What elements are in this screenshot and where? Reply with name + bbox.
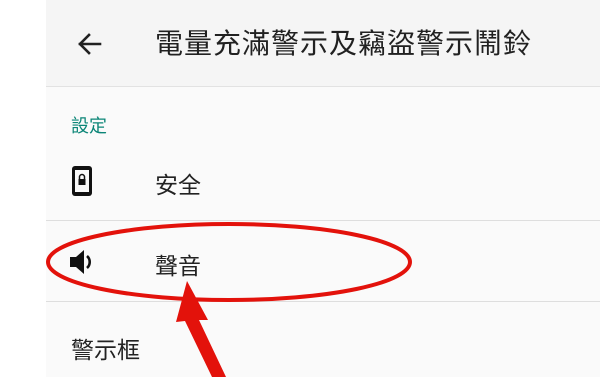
divider [46, 301, 600, 302]
page-title: 電量充滿警示及竊盜警示鬧鈴 [155, 27, 533, 60]
settings-item-alert-box[interactable]: 警示框 [46, 303, 600, 383]
back-button[interactable] [70, 25, 108, 63]
divider [46, 220, 600, 221]
volume-icon [70, 250, 91, 274]
phone-lock-icon [72, 166, 92, 196]
left-margin [0, 0, 46, 377]
settings-item-sound[interactable]: 聲音 [46, 222, 600, 302]
settings-item-label: 安全 [155, 173, 201, 199]
settings-item-label: 警示框 [71, 338, 140, 364]
settings-item-security[interactable]: 安全 [46, 140, 600, 220]
section-header-settings: 設定 [71, 116, 107, 137]
settings-item-label: 聲音 [155, 254, 201, 280]
arrow-back-icon [78, 33, 102, 55]
